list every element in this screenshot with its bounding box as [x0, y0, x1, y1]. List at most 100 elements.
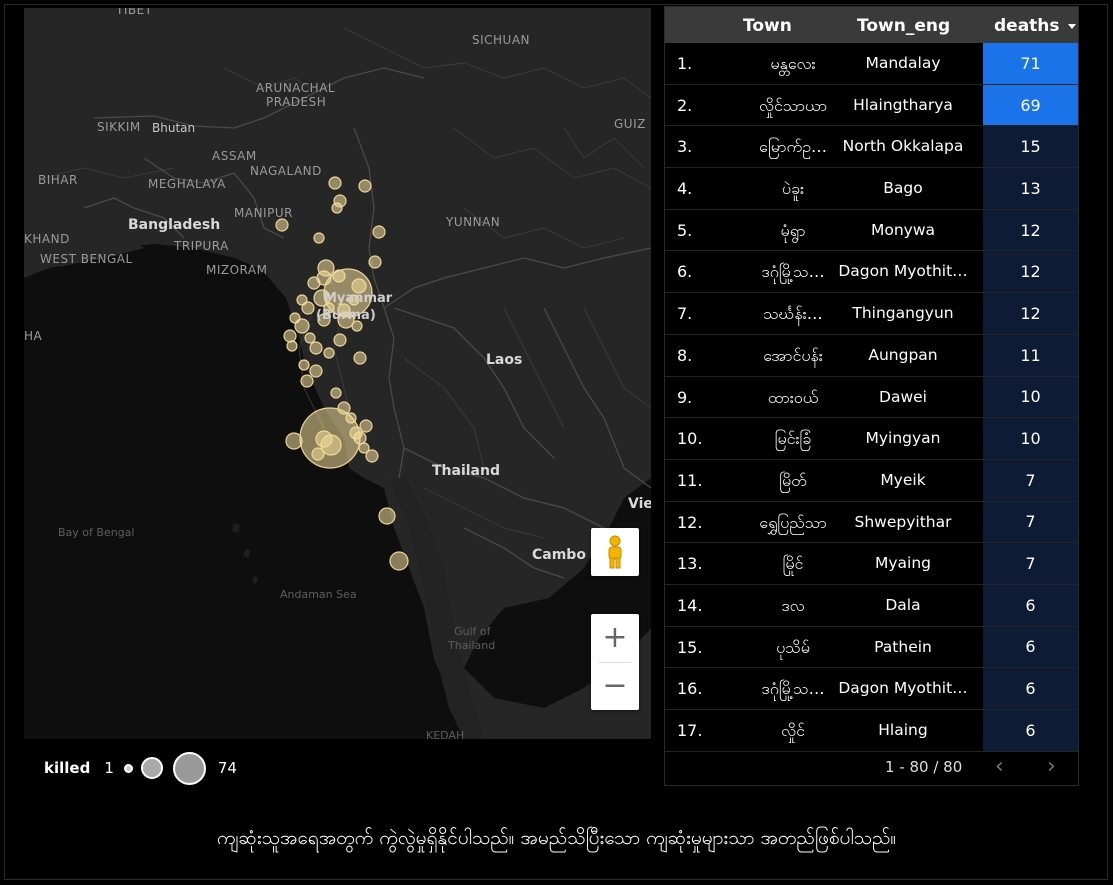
- row-index: 4.: [677, 179, 693, 199]
- map-label-kedah: KEDAH: [426, 729, 465, 739]
- cell-deaths: 7: [983, 501, 1078, 543]
- map-label-laos: Laos: [486, 352, 523, 368]
- death-marker[interactable]: [345, 412, 357, 424]
- legend-dot-medium-icon: [140, 757, 163, 779]
- cell-town-eng: Aungpan: [868, 345, 938, 364]
- cell-deaths: 11: [983, 334, 1078, 376]
- row-index: 8.: [677, 345, 693, 365]
- map-label-pradesh: PRADESH: [266, 95, 327, 109]
- map-label-burma: (Burma): [316, 308, 376, 323]
- death-marker[interactable]: [285, 432, 303, 450]
- table-row[interactable]: 1. မန္တလေး Mandalay 71: [665, 43, 1078, 85]
- map-label-sichuan: SICHUAN: [472, 33, 531, 47]
- death-marker[interactable]: [298, 359, 310, 371]
- death-marker[interactable]: [368, 255, 382, 269]
- map-label-gulf-line1: Gulf of: [454, 625, 491, 638]
- table-row[interactable]: 2. လှိုင်သာယာ Hlaingtharya 69: [665, 84, 1078, 127]
- row-index: 3.: [677, 137, 693, 157]
- cell-deaths: 10: [983, 418, 1078, 459]
- table-row[interactable]: 6. ဒဂုံမြို့သ… Dagon Myothit… 12: [665, 251, 1078, 294]
- table-row[interactable]: 9. ထားဝယ် Dawei 10: [665, 376, 1078, 419]
- death-marker[interactable]: [283, 329, 297, 343]
- table-row[interactable]: 11. မြိတ် Myeik 7: [665, 459, 1078, 502]
- death-marker[interactable]: [304, 332, 316, 344]
- death-marker[interactable]: [275, 218, 289, 232]
- pagination-prev-button[interactable]: ‹: [995, 754, 1004, 779]
- zoom-divider: [599, 662, 631, 663]
- map-label-andaman-sea: Andaman Sea: [280, 588, 357, 601]
- map-canvas[interactable]: [24, 8, 651, 739]
- table-row[interactable]: 5. မုံရွာ Monywa 12: [665, 209, 1078, 252]
- table-row[interactable]: 3. မြောက်ဥ… North Okkalapa 15: [665, 126, 1078, 169]
- map-label-myanmar: Myanmar: [324, 291, 393, 306]
- column-header-deaths[interactable]: deaths: [994, 16, 1060, 36]
- death-marker[interactable]: [315, 430, 333, 448]
- table-header: Town Town_eng deaths: [665, 7, 1078, 43]
- death-marker[interactable]: [309, 364, 323, 378]
- death-marker[interactable]: [372, 225, 386, 239]
- table-row[interactable]: 8. အောင်ပန်း Aungpan 11: [665, 334, 1078, 377]
- column-header-town[interactable]: Town: [743, 16, 792, 36]
- table-row[interactable]: 12. ရွှေပြည်သာ Shwepyithar 7: [665, 501, 1078, 544]
- map-label-westbengal: WEST BENGAL: [40, 252, 133, 266]
- death-marker[interactable]: [294, 318, 310, 334]
- table-row[interactable]: 13. မြိုင် Myaing 7: [665, 543, 1078, 585]
- row-index: 1.: [677, 54, 693, 73]
- death-marker[interactable]: [311, 447, 325, 461]
- map-label-meghalaya: MEGHALAYA: [148, 177, 226, 191]
- death-marker[interactable]: [328, 176, 342, 190]
- row-index: 9.: [677, 387, 693, 407]
- map-label-jharkhand: KHAND: [24, 232, 70, 246]
- table-row[interactable]: 16. ဒဂုံမြို့သ… Dagon Myothit… 6: [665, 668, 1078, 710]
- map-label-bay-of-bengal: Bay of Bengal: [58, 526, 135, 539]
- death-marker[interactable]: [309, 341, 323, 355]
- death-marker[interactable]: [358, 179, 372, 193]
- death-marker[interactable]: [332, 269, 346, 283]
- death-marker[interactable]: [330, 387, 342, 399]
- zoom-out-button[interactable]: −: [591, 662, 639, 710]
- death-marker[interactable]: [353, 431, 367, 445]
- map-view[interactable]: TIBET SICHUAN ARUNACHAL PRADESH SIKKIM B…: [24, 8, 651, 739]
- death-marker[interactable]: [286, 340, 298, 352]
- map-label-tibet: TIBET: [116, 8, 153, 17]
- death-marker[interactable]: [353, 351, 367, 365]
- table-row[interactable]: 15. ပုသိမ် Pathein 6: [665, 626, 1078, 669]
- cell-town-eng: Monywa: [870, 220, 936, 239]
- death-marker[interactable]: [301, 301, 315, 315]
- deaths-table: Town Town_eng deaths 1. မန္တလေး Mandalay 71…: [664, 6, 1079, 786]
- cell-deaths: 7: [983, 459, 1078, 501]
- table-row[interactable]: 10. မြင်းခြံ Myingyan 10: [665, 418, 1078, 460]
- cell-deaths: 12: [983, 293, 1078, 334]
- zoom-in-button[interactable]: +: [591, 614, 639, 662]
- cell-deaths: 10: [983, 376, 1078, 418]
- street-view-pegman-button[interactable]: [591, 528, 639, 576]
- sort-caret-down-icon[interactable]: [1068, 24, 1076, 29]
- map-label-vietnam: Vie: [628, 496, 651, 512]
- table-row[interactable]: 4. ပဲခူး Bago 13: [665, 168, 1078, 210]
- cell-deaths: 6: [983, 710, 1078, 751]
- cell-town-eng: Dagon Myothit…: [838, 679, 968, 698]
- row-index: 15.: [677, 637, 703, 657]
- pagination-next-button[interactable]: ›: [1047, 754, 1056, 779]
- row-index: 10.: [677, 429, 703, 449]
- death-marker[interactable]: [307, 276, 321, 290]
- death-marker[interactable]: [331, 202, 343, 214]
- column-header-town-eng[interactable]: Town_eng: [857, 16, 950, 36]
- death-marker[interactable]: [389, 551, 409, 571]
- pagination: 1 - 80 / 80 ‹ ›: [665, 754, 1078, 786]
- death-marker[interactable]: [378, 507, 396, 525]
- death-marker[interactable]: [300, 374, 314, 388]
- table-row[interactable]: 7. သင်္ဃန်း… Thingangyun 12: [665, 293, 1078, 335]
- cell-town-eng: Dala: [885, 595, 921, 614]
- table-row[interactable]: 14. ဒလ Dala 6: [665, 584, 1078, 627]
- death-marker[interactable]: [365, 449, 379, 463]
- death-marker[interactable]: [323, 347, 335, 359]
- row-index: 12.: [677, 512, 703, 532]
- table-row[interactable]: 17. လှိုင် Hlaing 6: [665, 710, 1078, 752]
- death-marker[interactable]: [337, 401, 351, 415]
- cell-town-eng: Pathein: [874, 637, 932, 656]
- map-label-guizhou: GUIZ: [614, 117, 646, 131]
- death-marker[interactable]: [313, 232, 325, 244]
- legend-title: killed: [44, 759, 91, 777]
- death-marker[interactable]: [333, 333, 347, 347]
